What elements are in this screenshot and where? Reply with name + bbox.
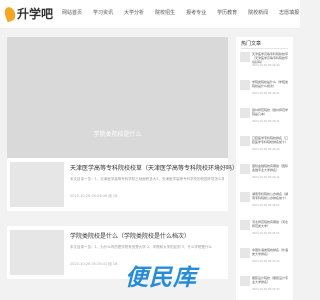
article-title[interactable]: 学院类院校是什么（学院类院校是什么档次） (70, 231, 190, 240)
sidebar-article-title[interactable]: 中国外语类院校排名（外语类大学排名） (252, 248, 288, 256)
sidebar-thumbnail[interactable] (240, 52, 250, 62)
main-nav: 网站首页 学习资讯 大学分析 院校招生 报考专业 学历教育 院校新闻 志愿填报 (62, 8, 310, 18)
sidebar-article[interactable]: 口腔医学专科院校排名（口腔医学专科院校排名前十） 2023-10-26 05:2… (240, 136, 290, 160)
sidebar-article-title[interactable]: 湖南专科院校公办排名（湖南专科院校公办排名前十） (252, 192, 288, 200)
article-thumbnail[interactable] (10, 230, 64, 275)
sidebar-article-title[interactable]: 口腔医学专科院校排名（口腔医学专科院校排名前十） (252, 136, 288, 144)
sidebar-article-date: 2023-10-26 05:25:44 (252, 260, 280, 263)
site-logo[interactable]: 升学吧 (2, 5, 54, 23)
sidebar-thumbnail[interactable] (240, 220, 250, 230)
site-header: 升学吧 网站首页 学习资讯 大学分析 院校招生 报考专业 学历教育 院校新闻 志… (0, 0, 300, 29)
article-card[interactable]: 天津医学高等专科院校校草（天津医学高等专科院校环境好吗） 本文目录一览：1、天津… (7, 158, 238, 211)
nav-item-home[interactable]: 网站首页 (62, 8, 82, 18)
sidebar-article-date: 2023-10-26 05:26:11 (252, 176, 280, 179)
sidebar-thumbnail[interactable] (240, 108, 250, 118)
sidebar-divider (241, 48, 288, 49)
sidebar-thumbnail[interactable] (240, 192, 250, 202)
nav-item-news[interactable]: 学习资讯 (93, 8, 113, 18)
sidebar-article-date: 2023-10-26 05:25:33 (252, 288, 280, 291)
sidebar-article-title[interactable]: 天津医学高等专科院校校草（天津医学高等专科院校环境好吗） (252, 52, 288, 64)
watermark-text: 便民库 (125, 265, 197, 291)
site-name: 升学吧 (17, 7, 54, 21)
article-title[interactable]: 天津医学高等专科院校校草（天津医学高等专科院校环境好吗） (70, 163, 238, 172)
article-excerpt: 本文目录一览：1、天津医学高等专科学校占地面积多大2、天津医学高等专科学校的校园… (70, 177, 224, 181)
sidebar-article-date: 2023-10-26 05:26:41 (252, 92, 280, 95)
article-excerpt: 本文目录一览：1、为什么有的是学院有的是大学 2、学院和大学的区别 3、什么学院… (70, 245, 212, 249)
hot-articles-sidebar: 热门文章 天津医学高等专科院校校草（天津医学高等专科院校环境好吗） 2023-1… (236, 37, 293, 300)
logo-icon (2, 5, 18, 23)
sidebar-article-title[interactable]: 河北师范院校有哪些（河北师范类大学） (252, 220, 288, 228)
nav-item-admission[interactable]: 院校招生 (155, 8, 175, 18)
sidebar-article-date: 2023-10-26 05:26:49 (252, 64, 280, 67)
sidebar-article[interactable]: 湖南专科院校公办排名（湖南专科院校公办排名前十） 2023-10-26 05:2… (240, 192, 290, 216)
sidebar-article-date: 2023-10-26 05:25:54 (252, 232, 280, 235)
sidebar-article-date: 2023-10-26 05:26:20 (252, 148, 280, 151)
sidebar-article[interactable]: 服装设计院校（服装设计专业大学排名） 2023-10-26 05:25:33 (240, 276, 290, 300)
sidebar-article-title[interactable]: 服装设计院校（服装设计专业大学排名） (252, 276, 288, 284)
article-meta: 2023-10-26 05:26:49 阅 16 (70, 194, 118, 198)
sidebar-article-title[interactable]: 赣州师范院校（赣州师范学院是几本） (252, 108, 288, 116)
article-thumbnail[interactable] (10, 162, 64, 207)
article-meta: 2023-10-26 05:26:41 阅 18 (70, 262, 118, 266)
sidebar-article[interactable]: 河北师范院校有哪些（河北师范类大学） 2023-10-26 05:25:54 (240, 220, 290, 244)
sidebar-article-title[interactable]: 学院类院校是什么（学院类院校是什么档次） (252, 80, 288, 88)
sidebar-article[interactable]: 天津医学高等专科院校校草（天津医学高等专科院校环境好吗） 2023-10-26 … (240, 52, 290, 76)
sidebar-article[interactable]: 国际金融院校有哪些（国际金融专业大学排名） 2023-10-26 05:26:1… (240, 164, 290, 188)
sidebar-article-date: 2023-10-26 05:26:02 (252, 204, 280, 207)
sidebar-article-date: 2023-10-26 05:26:31 (252, 120, 280, 123)
nav-item-education[interactable]: 学历教育 (217, 8, 237, 18)
sidebar-article[interactable]: 中国外语类院校排名（外语类大学排名） 2023-10-26 05:25:44 (240, 248, 290, 272)
sidebar-thumbnail[interactable] (240, 136, 250, 146)
sidebar-article[interactable]: 学院类院校是什么（学院类院校是什么档次） 2023-10-26 05:26:41 (240, 80, 290, 104)
sidebar-article[interactable]: 赣州师范院校（赣州师范学院是几本） 2023-10-26 05:26:31 (240, 108, 290, 132)
sidebar-thumbnail[interactable] (240, 164, 250, 174)
sidebar-thumbnail[interactable] (240, 80, 250, 90)
nav-item-analysis[interactable]: 大学分析 (124, 8, 144, 18)
sidebar-thumbnail[interactable] (240, 276, 250, 286)
sidebar-thumbnail[interactable] (240, 248, 250, 258)
hero-caption[interactable]: 学院类院校是什么 (7, 129, 228, 138)
sidebar-title: 热门文章 (241, 41, 262, 47)
nav-item-school-news[interactable]: 院校新闻 (248, 8, 268, 18)
nav-item-application[interactable]: 志愿填报 (279, 8, 299, 18)
sidebar-article-title[interactable]: 国际金融院校有哪些（国际金融专业大学排名） (252, 164, 288, 172)
nav-item-majors[interactable]: 报考专业 (186, 8, 206, 18)
